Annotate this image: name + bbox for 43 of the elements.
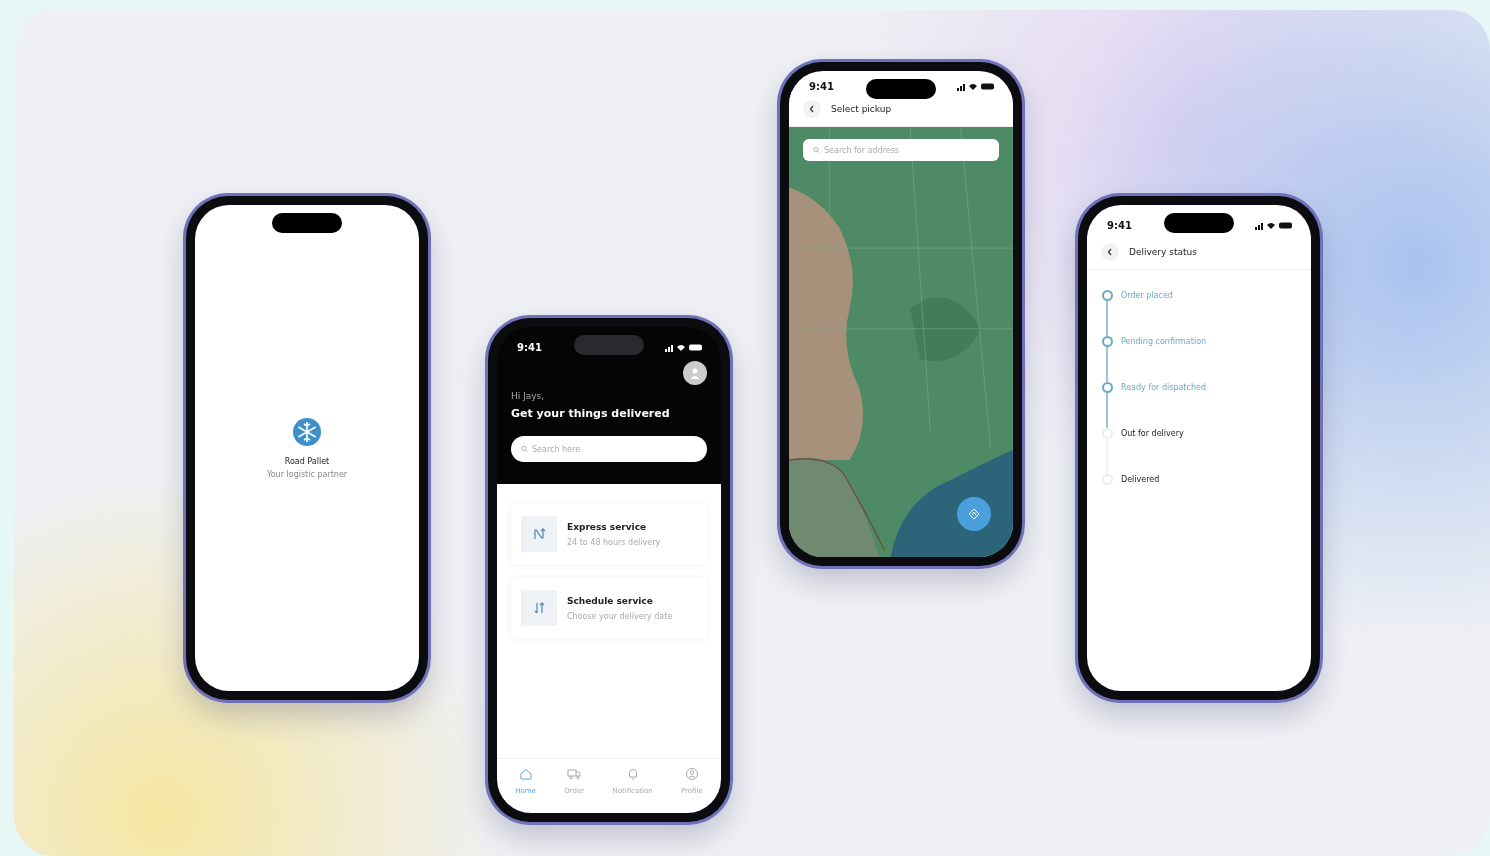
profile-icon xyxy=(684,767,699,781)
step-label: Out for delivery xyxy=(1121,429,1184,440)
snowflake-logo xyxy=(292,417,322,447)
truck-icon xyxy=(567,767,582,781)
avatar-icon xyxy=(689,367,701,379)
service-subtitle: 24 to 48 hours delivery xyxy=(567,537,661,547)
service-card[interactable]: Express service 24 to 48 hours delivery xyxy=(511,504,707,564)
step-label: Pending confirmation xyxy=(1121,337,1207,348)
search-field[interactable]: Search here xyxy=(511,436,707,462)
location-arrow-icon xyxy=(968,507,980,520)
camera-notch xyxy=(866,79,936,99)
service-title: Express service xyxy=(567,521,648,532)
search-icon xyxy=(813,146,820,154)
greeting: Hi Jays, xyxy=(511,391,546,401)
back-button[interactable] xyxy=(1101,243,1119,261)
service-title: Schedule service xyxy=(567,595,654,606)
status-icons xyxy=(665,342,703,352)
clock-time: 9:41 xyxy=(809,81,834,92)
step-label: Order placed xyxy=(1121,291,1173,302)
arrows-icon xyxy=(531,527,547,541)
service-subtitle: Choose your delivery date xyxy=(567,611,673,621)
search-field[interactable]: Search for address xyxy=(803,139,999,161)
screen-title: Select pickup xyxy=(831,104,892,114)
step-label: Delivered xyxy=(1121,475,1160,486)
search-icon xyxy=(521,445,528,453)
step-label: Ready for dispatched xyxy=(1121,383,1206,394)
status-icons xyxy=(957,82,995,91)
brand-name: Road Pallet xyxy=(284,457,330,466)
screen-title: Delivery status xyxy=(1129,247,1197,257)
headline: Get your things delivered xyxy=(511,407,671,420)
service-card[interactable]: Schedule service Choose your delivery date xyxy=(511,578,707,638)
clock-time: 9:41 xyxy=(1107,219,1132,231)
status-icons xyxy=(1255,220,1293,230)
camera-notch xyxy=(272,213,342,233)
camera-notch xyxy=(1164,213,1234,233)
clock-time: 9:41 xyxy=(517,341,542,353)
tagline: Your logistic partner xyxy=(266,470,348,479)
avatar-button[interactable] xyxy=(683,361,707,385)
back-chevron-icon xyxy=(1107,248,1113,256)
house-icon xyxy=(518,767,533,781)
camera-notch xyxy=(574,335,644,355)
back-button[interactable] xyxy=(803,100,821,118)
back-chevron-icon xyxy=(809,105,815,113)
